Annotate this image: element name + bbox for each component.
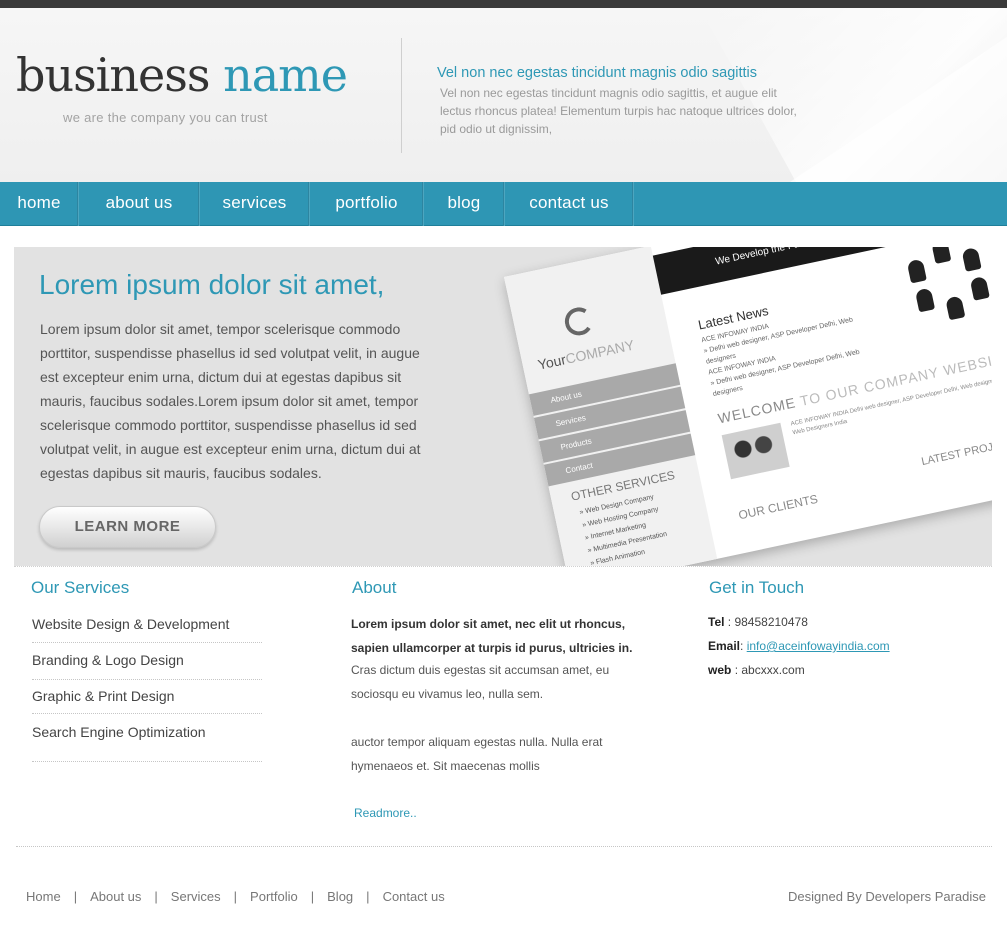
hero-title: Lorem ipsum dolor sit amet,	[39, 269, 385, 300]
list-divider	[32, 761, 262, 762]
services-title: Our Services	[31, 578, 130, 597]
nav-home[interactable]: home	[0, 182, 78, 226]
footer-link-portfolio[interactable]: Portfolio	[250, 889, 298, 904]
contact-web: web : abcxxx.com	[708, 663, 805, 677]
list-divider	[32, 642, 262, 643]
footer-separator: |	[366, 889, 370, 904]
service-link[interactable]: Graphic & Print Design	[32, 688, 262, 704]
web-value: : abcxxx.com	[734, 663, 805, 677]
footer-separator: |	[233, 889, 238, 904]
footer-link-about-us[interactable]: About us	[90, 889, 141, 904]
nav-portfolio[interactable]: portfolio	[310, 182, 423, 226]
logo-word-1: business	[16, 48, 210, 102]
list-divider	[32, 713, 262, 714]
logo-word-2: name	[223, 48, 348, 102]
mockup-team-photo	[721, 422, 790, 480]
about-title: About	[352, 578, 397, 597]
section-divider	[14, 566, 992, 567]
readmore-link[interactable]: Readmore..	[354, 806, 417, 820]
list-divider	[32, 679, 262, 680]
footer-nav: Home | About us | Services | Portfolio | Blog | Co…	[26, 889, 445, 904]
service-link[interactable]: Website Design & Development	[32, 616, 262, 632]
footer-separator: |	[73, 889, 78, 904]
nav-services[interactable]: services	[200, 182, 309, 226]
contact-title: Get in Touch	[709, 578, 805, 597]
web-label: web	[708, 663, 732, 677]
footer-link-contact-us[interactable]: Contact us	[383, 889, 445, 904]
email-label: Email	[708, 639, 741, 653]
hero-text: Lorem ipsum dolor sit amet, tempor scele…	[40, 321, 421, 481]
footer-link-services[interactable]: Services	[171, 889, 221, 904]
contact-tel: Tel : 98458210478	[708, 615, 808, 629]
service-link[interactable]: Branding & Logo Design	[32, 652, 262, 668]
about-paragraph: auctor tempor aliquam egestas nulla. Nul…	[351, 735, 603, 773]
tagline: we are the company you can trust	[63, 110, 268, 125]
email-link[interactable]: info@aceinfowayindia.com	[747, 639, 890, 653]
tel-label: Tel	[708, 615, 725, 629]
nav-about-us[interactable]: about us	[79, 182, 199, 226]
nav-contact-us[interactable]: contact us	[505, 182, 633, 226]
contact-email: Email: info@aceinfowayindia.com	[708, 639, 890, 653]
header-divider	[401, 38, 402, 153]
top-bar	[0, 0, 1007, 8]
main-nav: home about us services portfolio blog co…	[0, 182, 1007, 226]
footer-separator: |	[310, 889, 315, 904]
tel-value: : 98458210478	[724, 615, 808, 629]
mockup-our-clients: OUR CLIENTS	[737, 491, 820, 523]
website-mockup-image: We Develop the Future ACE INFOWAY INDIA …	[504, 247, 992, 566]
hero-banner: Lorem ipsum dolor sit amet, Lorem ipsum …	[14, 247, 992, 566]
learn-more-button[interactable]: LEARN MORE	[39, 506, 216, 548]
nav-blog[interactable]: blog	[424, 182, 504, 226]
mockup-page: We Develop the Future ACE INFOWAY INDIA …	[504, 247, 992, 566]
mockup-latest-projects: LATEST PROJECTS	[920, 435, 992, 469]
footer-link-blog[interactable]: Blog	[327, 889, 353, 904]
intro-text: Vel non nec egestas tincidunt magnis odi…	[440, 86, 797, 136]
site-logo[interactable]: business name	[16, 52, 348, 98]
mockup-people-photo	[902, 247, 992, 327]
intro-title: Vel non nec egestas tincidunt magnis odi…	[437, 65, 758, 81]
about-lead: Lorem ipsum dolor sit amet, nec elit ut …	[351, 617, 633, 655]
footer-divider	[16, 846, 992, 847]
footer-credit: Designed By Developers Paradise	[788, 889, 986, 904]
footer-separator: |	[154, 889, 158, 904]
footer-link-home[interactable]: Home	[26, 889, 61, 904]
email-colon: :	[740, 639, 747, 653]
service-link[interactable]: Search Engine Optimization	[32, 724, 262, 740]
nav-separator	[632, 182, 634, 226]
about-paragraph: Cras dictum duis egestas sit accumsan am…	[351, 663, 610, 701]
mockup-welcome-a: WELCOME	[716, 394, 798, 427]
